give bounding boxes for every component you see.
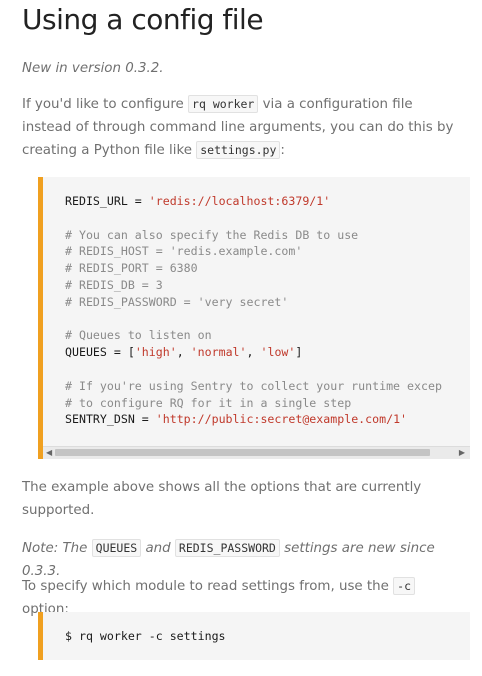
scroll-left-arrow-icon[interactable]: ◀ <box>46 448 52 458</box>
module-text-1: To specify which module to read settings… <box>22 579 394 594</box>
version-note: New in version 0.3.2. <box>22 57 454 80</box>
intro-paragraph: If you'd like to configure rq worker via… <box>22 93 454 162</box>
example-paragraph: The example above shows all the options … <box>22 480 422 518</box>
config-code: REDIS_URL = 'redis://localhost:6379/1' #… <box>65 194 442 427</box>
command-code: $ rq worker -c settings <box>65 629 226 643</box>
command-block-marker <box>38 612 43 621</box>
inline-code-settings-py: settings.py <box>196 141 281 159</box>
version-note-text: New in version 0.3.2. <box>22 61 164 76</box>
inline-code-c-option: -c <box>393 577 416 595</box>
scroll-right-arrow-icon[interactable]: ▶ <box>459 448 465 458</box>
inline-code-rq-worker: rq worker <box>188 95 259 113</box>
intro-text-1: If you'd like to configure <box>22 97 189 112</box>
command-code-block: $ rq worker -c settings <box>38 612 470 660</box>
inline-code-redis-password: REDIS_PASSWORD <box>174 539 280 557</box>
code-block-marker <box>38 177 43 186</box>
inline-code-queues: QUEUES <box>91 539 142 557</box>
section-heading: Using a config file <box>22 3 264 36</box>
horizontal-scrollbar[interactable]: ◀ ▶ <box>43 446 470 459</box>
intro-text-3: : <box>280 143 285 158</box>
config-code-block: REDIS_URL = 'redis://localhost:6379/1' #… <box>38 177 470 459</box>
note-text-1: Note: The <box>22 541 92 556</box>
scrollbar-thumb[interactable] <box>55 449 430 456</box>
note-text-2: and <box>141 541 175 556</box>
